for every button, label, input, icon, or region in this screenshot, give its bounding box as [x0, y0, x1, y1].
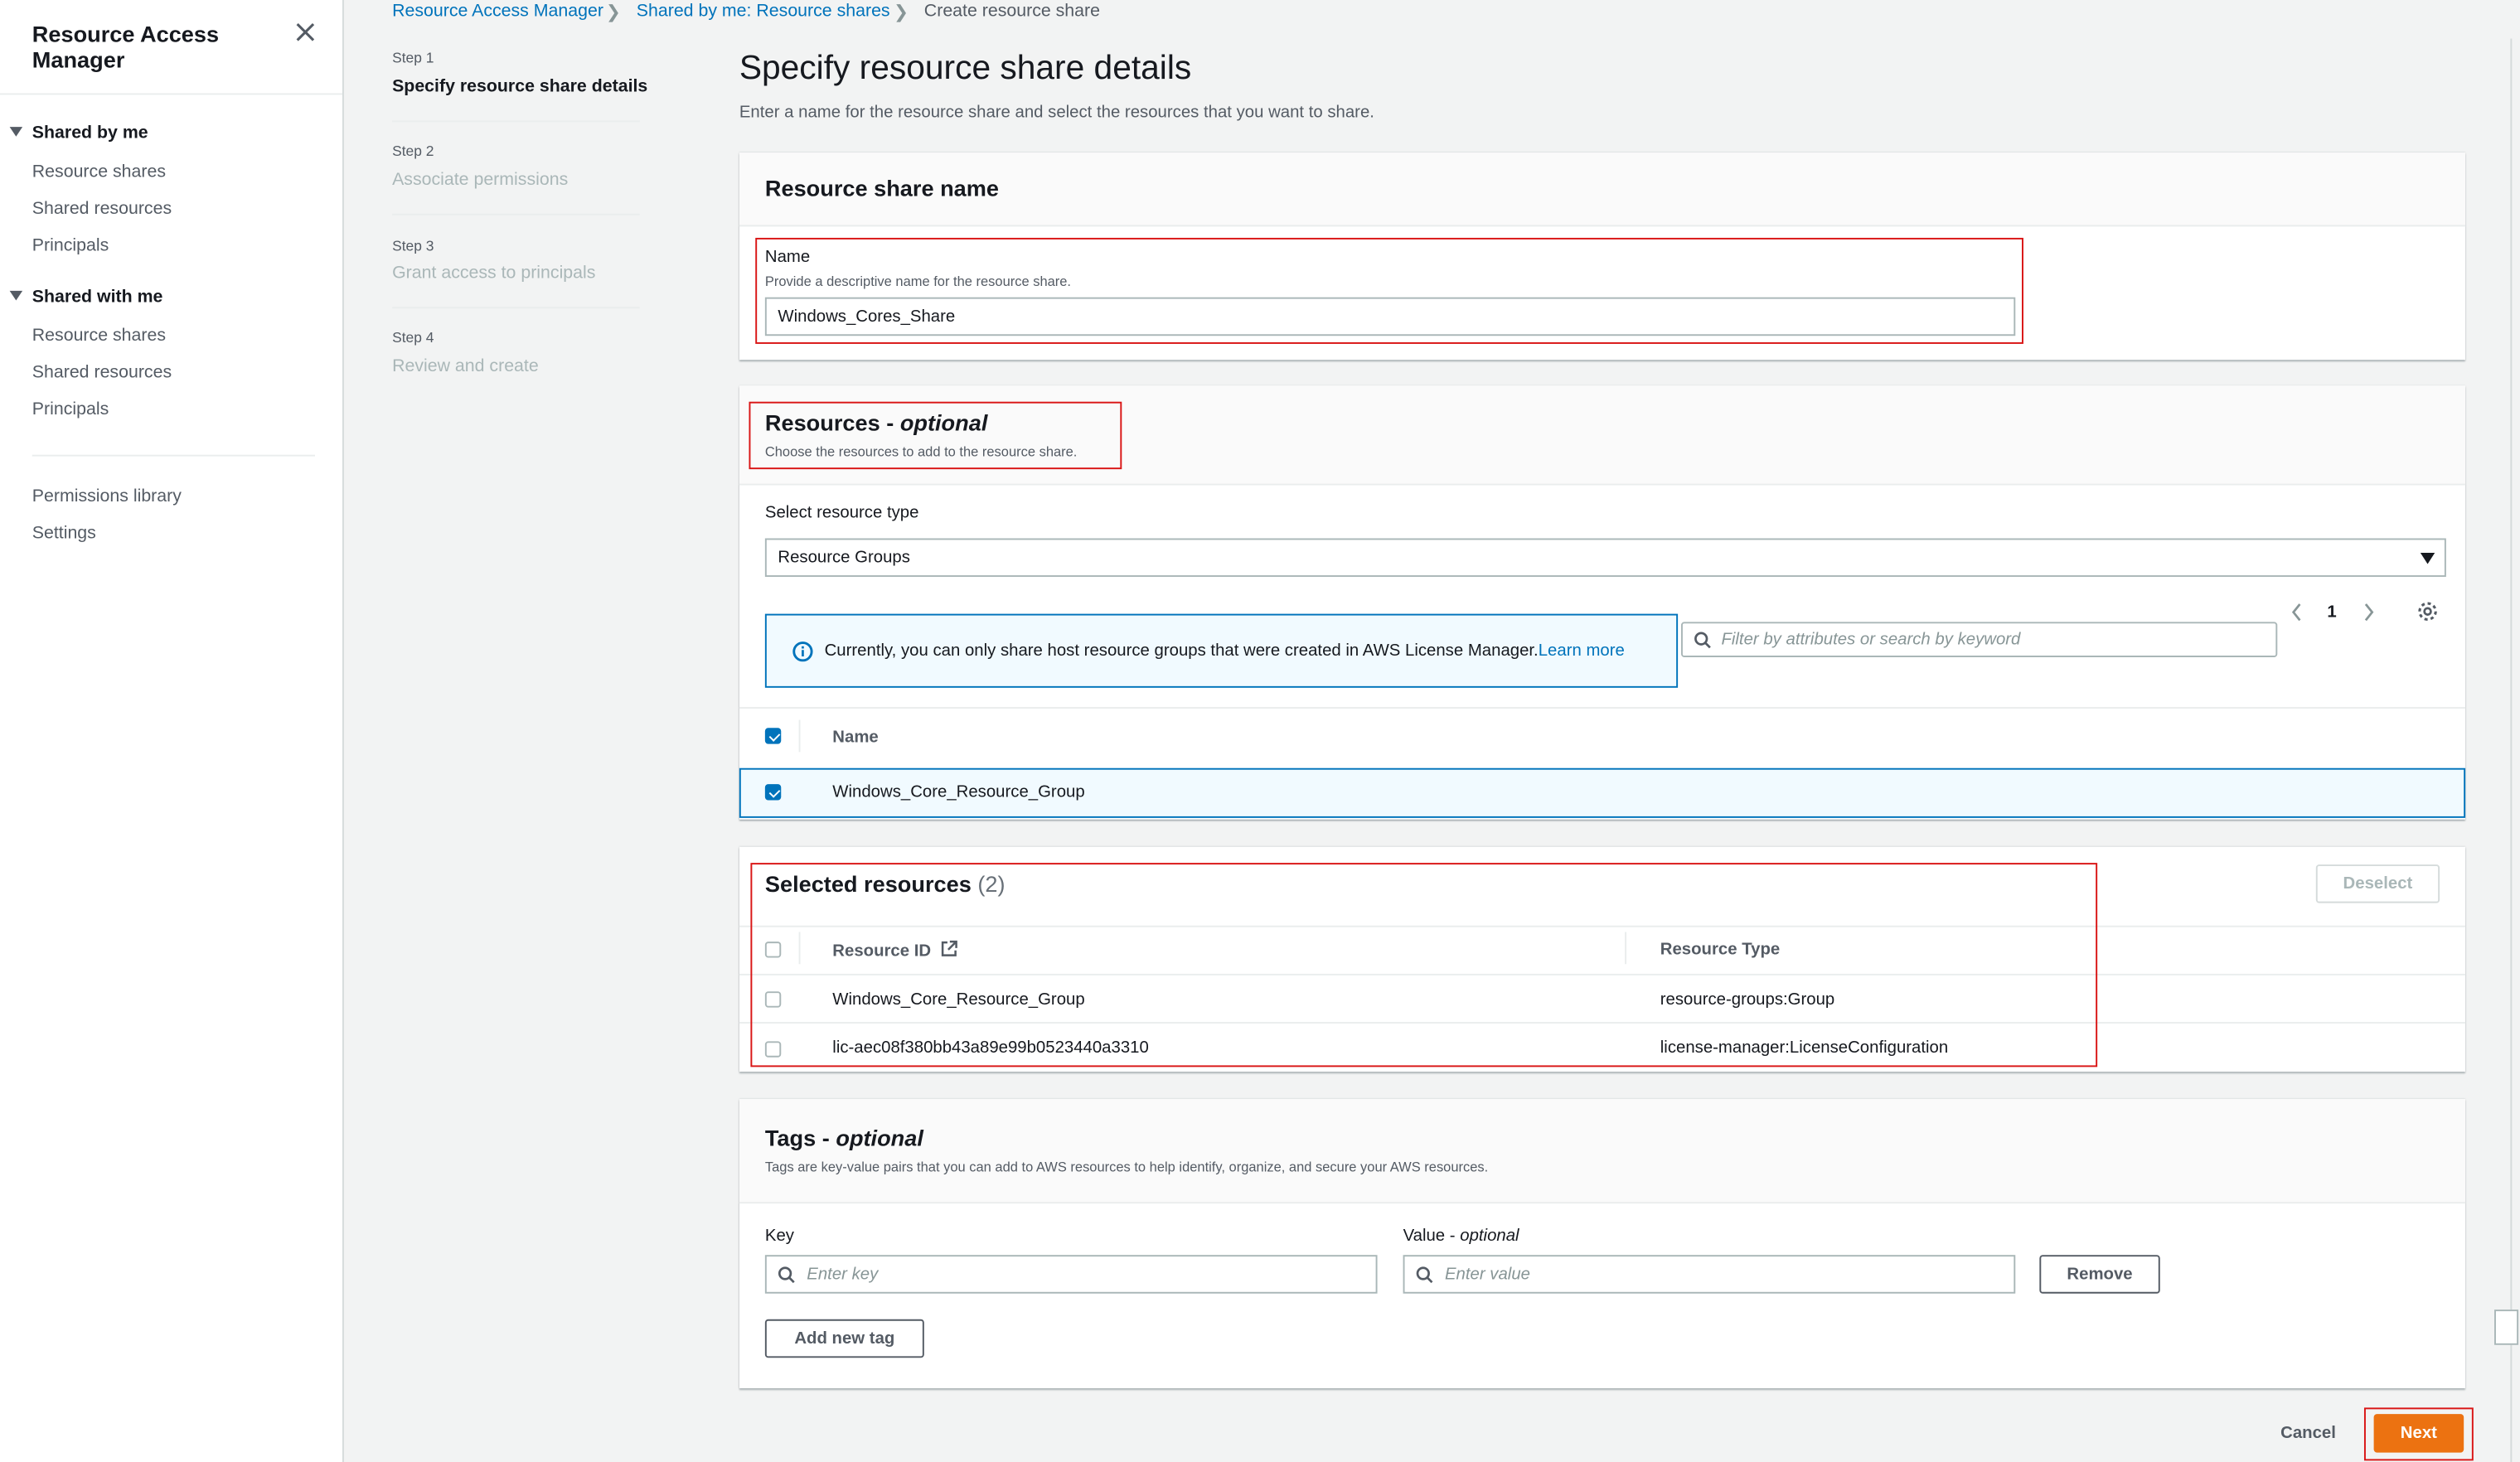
step-divider — [392, 214, 640, 215]
page-title: Specify resource share details — [739, 50, 1191, 89]
search-icon — [1694, 632, 1711, 649]
cancel-button[interactable]: Cancel — [2280, 1424, 2336, 1443]
step-2-number: Step 2 — [392, 143, 434, 159]
caret-down-icon — [2421, 553, 2435, 564]
breadcrumb-link-ram[interactable]: Resource Access Manager — [392, 2, 603, 21]
select-resource-type-label: Select resource type — [765, 503, 919, 522]
chevron-right-icon[interactable] — [2362, 603, 2376, 622]
sidebar-item-resource-shares-with-me[interactable]: Resource shares — [32, 327, 166, 346]
sidebar-item-principals-with-me[interactable]: Principals — [32, 400, 109, 419]
filter-input[interactable]: Filter by attributes or search by keywor… — [1681, 622, 2277, 657]
info-text: Currently, you can only share host resou… — [825, 641, 1539, 661]
panel-heading: Tags - optional — [765, 1125, 923, 1150]
highlight-box — [749, 402, 1122, 469]
scrollbar-track[interactable] — [2510, 39, 2512, 1462]
sidebar-item-resource-shares[interactable]: Resource shares — [32, 162, 166, 182]
select-all-checkbox[interactable] — [765, 728, 781, 743]
deselect-button[interactable]: Deselect — [2316, 864, 2440, 903]
breadcrumb-current: Create resource share — [924, 2, 1100, 21]
step-3-number: Step 3 — [392, 238, 434, 254]
page-number[interactable]: 1 — [2327, 603, 2336, 622]
sidebar-title[interactable]: Resource Access Manager — [32, 21, 257, 72]
sidebar-divider — [0, 93, 342, 94]
page-description: Enter a name for the resource share and … — [739, 103, 1374, 122]
resources-panel: Resources - optional Choose the resource… — [739, 385, 2465, 819]
side-navigation: Resource Access Manager Shared by me Res… — [0, 0, 344, 1462]
close-icon[interactable] — [293, 19, 318, 45]
resource-type-select[interactable]: Resource Groups — [765, 538, 2446, 577]
sidebar-item-principals[interactable]: Principals — [32, 236, 109, 255]
step-divider — [392, 307, 640, 308]
search-icon — [1416, 1266, 1433, 1284]
broken-image-icon — [2494, 1310, 2518, 1345]
panel-header — [739, 1099, 2465, 1203]
chevron-left-icon[interactable] — [2290, 603, 2304, 622]
step-1-title: Specify resource share details — [392, 77, 647, 96]
sidebar-divider — [32, 455, 315, 457]
chevron-right-icon: ❯ — [894, 2, 909, 22]
column-divider — [799, 720, 801, 753]
tags-description: Tags are key-value pairs that you can ad… — [765, 1159, 1488, 1174]
row-name: Windows_Core_Resource_Group — [832, 782, 1084, 801]
info-alert: Currently, you can only share host resou… — [765, 614, 1678, 688]
sidebar-section-shared-by-me[interactable]: Shared by me — [10, 123, 148, 143]
highlight-box — [755, 238, 2023, 344]
sidebar-item-settings[interactable]: Settings — [32, 524, 96, 543]
caret-down-icon — [10, 127, 23, 137]
step-3-title: Grant access to principals — [392, 264, 595, 283]
value-label: Value - optional — [1403, 1226, 1519, 1245]
step-2-title: Associate permissions — [392, 171, 568, 190]
column-header-name[interactable]: Name — [832, 728, 878, 747]
step-1-number: Step 1 — [392, 50, 434, 65]
resource-share-name-panel: Resource share name Name Provide a descr… — [739, 152, 2465, 360]
table-divider — [739, 707, 2465, 709]
sidebar-item-shared-resources-with-me[interactable]: Shared resources — [32, 363, 172, 382]
step-4-number: Step 4 — [392, 329, 434, 345]
learn-more-link[interactable]: Learn more — [1539, 641, 1625, 661]
highlight-box — [2364, 1407, 2474, 1460]
gear-icon[interactable] — [2417, 601, 2438, 622]
remove-tag-button[interactable]: Remove — [2039, 1255, 2159, 1294]
add-new-tag-button[interactable]: Add new tag — [765, 1319, 924, 1358]
row-checkbox[interactable] — [765, 784, 781, 800]
info-icon — [792, 641, 813, 662]
panel-heading: Resource share name — [765, 175, 999, 201]
selected-resources-panel: Selected resources (2) Deselect Resource… — [739, 847, 2465, 1072]
step-divider — [392, 120, 640, 122]
search-icon — [778, 1266, 795, 1284]
highlight-box — [750, 863, 2097, 1067]
tag-key-input[interactable]: Enter key — [765, 1255, 1378, 1294]
tag-value-input[interactable]: Enter value — [1403, 1255, 2016, 1294]
sidebar-item-permissions-library[interactable]: Permissions library — [32, 487, 182, 506]
tags-panel: Tags - optional Tags are key-value pairs… — [739, 1099, 2465, 1388]
key-label: Key — [765, 1226, 794, 1245]
sidebar-item-shared-resources[interactable]: Shared resources — [32, 199, 172, 218]
sidebar-section-shared-with-me[interactable]: Shared with me — [10, 288, 163, 307]
chevron-right-icon: ❯ — [606, 2, 621, 22]
breadcrumb-link-resource-shares[interactable]: Shared by me: Resource shares — [637, 2, 890, 21]
caret-down-icon — [10, 291, 23, 301]
step-4-title: Review and create — [392, 356, 539, 375]
table-row[interactable]: Windows_Core_Resource_Group — [739, 768, 2465, 818]
